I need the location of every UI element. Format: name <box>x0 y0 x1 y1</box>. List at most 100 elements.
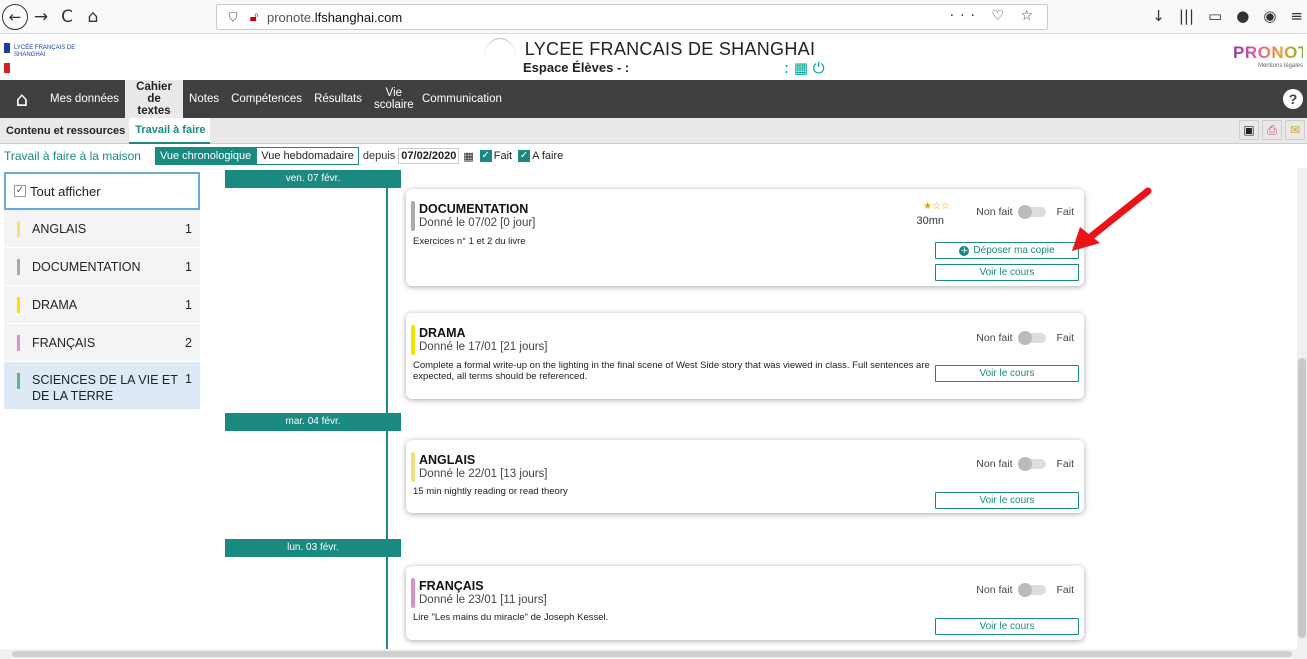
toggle-switch[interactable] <box>1018 583 1047 597</box>
card-given-date: Donné le 23/01 [11 jours] <box>419 594 547 606</box>
home-icon[interactable]: ⌂ <box>0 80 44 118</box>
toggle-switch[interactable] <box>1018 205 1047 219</box>
scrollbar-thumb[interactable] <box>1298 358 1306 638</box>
flag-icon <box>4 43 10 73</box>
card-description: Lire "Les mains du miracle" de Joseph Ke… <box>413 612 609 623</box>
red-arrow-annotation <box>1072 187 1152 251</box>
url-domain: lfshanghai.com <box>314 9 403 25</box>
sidebar-item-anglais[interactable]: ANGLAIS 1 <box>4 210 200 248</box>
forward-icon[interactable]: → <box>28 4 54 30</box>
view-course-button[interactable]: Voir le cours <box>935 618 1079 635</box>
done-toggle[interactable]: Non fait Fait <box>976 205 1074 219</box>
space-label: Espace Élèves - : <box>523 60 630 75</box>
subject-count: 1 <box>185 372 192 386</box>
main-menu: ⌂ Mes données Cahier de textes Notes Com… <box>0 80 1307 118</box>
sidebar-item-drama[interactable]: DRAMA 1 <box>4 286 200 324</box>
subject-count: 1 <box>185 259 192 274</box>
library-icon[interactable]: ||| <box>1179 7 1194 25</box>
card-given-date: Donné le 17/01 [21 jours] <box>419 341 548 353</box>
menu-competences[interactable]: Compétences <box>225 80 308 118</box>
menu-resultats[interactable]: Résultats <box>308 80 368 118</box>
card-subject: DRAMA <box>419 326 466 340</box>
done-toggle[interactable]: Non fait Fait <box>976 583 1074 597</box>
sidebar-item-francais[interactable]: FRANÇAIS 2 <box>4 324 200 362</box>
toggle-knob <box>1018 205 1033 219</box>
extension-icon[interactable]: ● <box>1236 7 1249 25</box>
homework-card: FRANÇAIS Donné le 23/01 [11 jours] Lire … <box>406 566 1084 640</box>
qr-power-icons[interactable]: : ▦ ⏻ <box>784 59 825 77</box>
reload-icon[interactable]: C <box>54 4 80 30</box>
card-subject: FRANÇAIS <box>419 579 484 593</box>
email-icon[interactable]: ✉ <box>1285 120 1305 140</box>
school-logo[interactable]: LYCÉE FRANÇAIS DE SHANGHAI <box>4 41 84 75</box>
card-description: Complete a formal write-up on the lighti… <box>413 360 930 382</box>
view-chronological-button[interactable]: Vue chronologique <box>154 147 257 165</box>
view-course-button[interactable]: Voir le cours <box>935 264 1079 281</box>
menu-notes[interactable]: Notes <box>183 80 225 118</box>
date-input[interactable]: 07/02/2020 <box>398 148 460 164</box>
menu-mes-donnees[interactable]: Mes données <box>44 80 125 118</box>
download-icon[interactable]: ↓ <box>1152 7 1165 25</box>
sidebar-item-svt[interactable]: SCIENCES DE LA VIE ET DE LA TERRE 1 <box>4 362 200 410</box>
not-done-label: Non fait <box>976 206 1013 218</box>
todo-checkbox[interactable]: ✓ A faire <box>518 150 563 162</box>
done-checkbox[interactable]: ✓ Fait <box>479 150 512 162</box>
vertical-scrollbar[interactable] <box>1297 168 1307 649</box>
section-title: Travail à faire à la maison <box>4 149 141 163</box>
url-text: pronote.lfshanghai.com <box>267 10 402 25</box>
home-icon[interactable]: ⌂ <box>80 4 106 30</box>
done-label: Fait <box>1056 332 1074 344</box>
done-toggle[interactable]: Non fait Fait <box>976 331 1074 345</box>
toggle-switch[interactable] <box>1018 331 1047 345</box>
print-icon[interactable]: ⎙ <box>1262 120 1282 140</box>
horizontal-scrollbar[interactable] <box>0 649 1307 659</box>
sidebar-icon[interactable]: ▭ <box>1208 7 1222 25</box>
toggle-switch[interactable] <box>1018 457 1047 471</box>
help-icon[interactable]: ? <box>1283 89 1303 109</box>
card-subject: DOCUMENTATION <box>419 202 529 216</box>
date-header: lun. 03 févr. <box>225 539 401 557</box>
menu-communication[interactable]: Communication <box>416 80 508 118</box>
scrollbar-thumb[interactable] <box>12 651 1292 657</box>
homework-card: ANGLAIS Donné le 22/01 [13 jours] 15 min… <box>406 440 1084 513</box>
show-all-item[interactable]: ✓ Tout afficher <box>4 172 200 210</box>
save-icon[interactable]: ▣ <box>1239 120 1259 140</box>
not-done-label: Non fait <box>976 332 1013 344</box>
insecure-lock-icon[interactable]: 🔓︎ <box>245 10 263 25</box>
legal-mentions-link[interactable]: Mentions légales <box>1233 63 1303 69</box>
done-toggle[interactable]: Non fait Fait <box>976 457 1074 471</box>
calendar-icon[interactable]: ▦ <box>463 150 473 163</box>
check-icon: ✓ <box>479 150 492 162</box>
view-weekly-button[interactable]: Vue hebdomadaire <box>256 147 359 165</box>
sidebar-item-documentation[interactable]: DOCUMENTATION 1 <box>4 248 200 286</box>
page-actions-icon[interactable]: ··· ♡ ☆ <box>950 8 1039 24</box>
school-header: LYCÉE FRANÇAIS DE SHANGHAI LYCEE FRANCAI… <box>0 35 1307 80</box>
view-course-button[interactable]: Voir le cours <box>935 492 1079 509</box>
done-label: Fait <box>1056 584 1074 596</box>
back-icon[interactable]: ← <box>2 3 28 30</box>
card-description: Exercices n° 1 et 2 du livre <box>413 236 526 247</box>
pronote-logo[interactable]: PRONOTE Mentions légales <box>1233 43 1307 69</box>
date-header: mar. 04 févr. <box>225 413 401 431</box>
shield-icon[interactable]: ⛉ <box>221 10 245 25</box>
color-marker <box>17 297 20 313</box>
checkbox-icon: ✓ <box>14 185 26 197</box>
menu-vie-scolaire[interactable]: Vie scolaire <box>368 80 416 118</box>
subject-name: ANGLAIS <box>32 221 87 236</box>
tab-travail-a-faire[interactable]: Travail à faire <box>129 117 210 144</box>
subject-name: DOCUMENTATION <box>32 259 141 274</box>
menu-cahier-de-textes[interactable]: Cahier de textes <box>125 80 184 118</box>
url-bar[interactable]: ⛉ 🔓︎ pronote.lfshanghai.com ··· ♡ ☆ <box>216 4 1048 30</box>
upload-copy-button[interactable]: + Déposer ma copie <box>935 242 1079 259</box>
date-header: ven. 07 févr. <box>225 170 401 188</box>
subject-name: SCIENCES DE LA VIE ET DE LA TERRE <box>32 373 178 403</box>
color-marker <box>17 373 20 389</box>
view-course-button[interactable]: Voir le cours <box>935 365 1079 382</box>
tab-contenu-ressources[interactable]: Contenu et ressources <box>0 118 129 144</box>
account-icon[interactable]: ◉ <box>1263 7 1276 25</box>
not-done-label: Non fait <box>976 584 1013 596</box>
logo-text: LYCÉE FRANÇAIS DE SHANGHAI <box>14 45 76 58</box>
pronote-wordmark: PRONOTE <box>1233 43 1307 62</box>
menu-icon[interactable]: ≡ <box>1290 7 1303 25</box>
subject-count: 1 <box>185 297 192 312</box>
